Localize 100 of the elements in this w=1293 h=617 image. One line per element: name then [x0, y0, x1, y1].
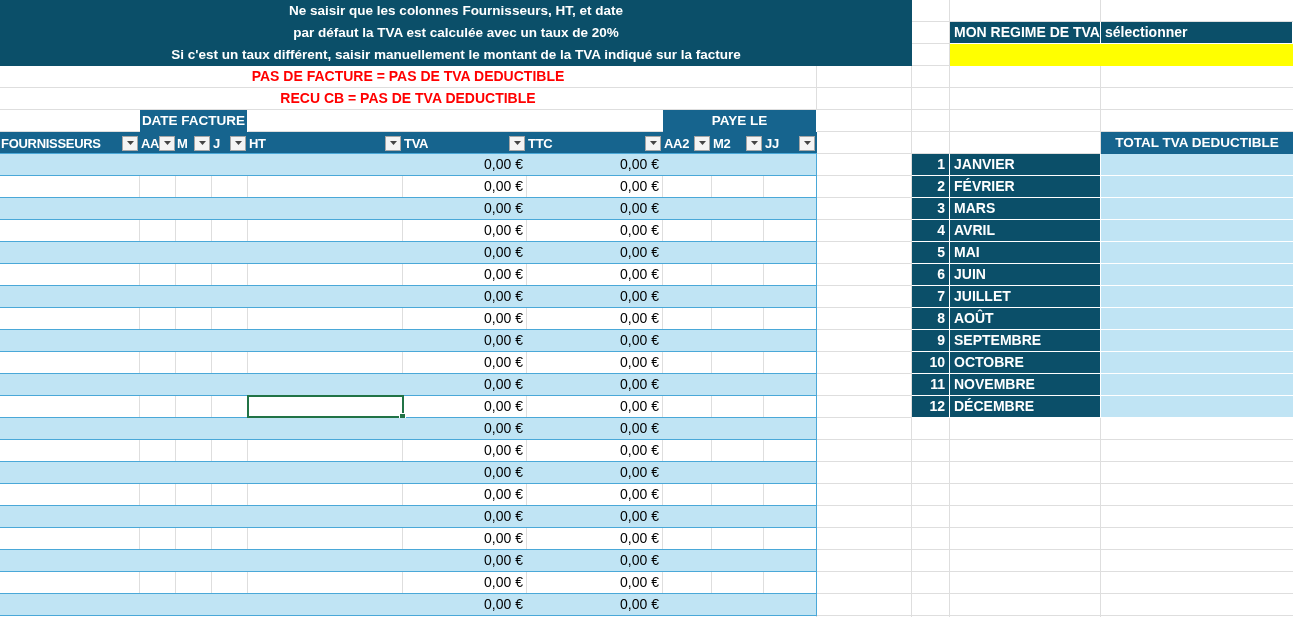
- amount: 0,00 €: [620, 222, 659, 238]
- amount: 0,00 €: [484, 288, 523, 304]
- regime-field[interactable]: [950, 44, 1293, 66]
- month-name: JUILLET: [950, 286, 1101, 308]
- month-number: 7: [912, 286, 950, 308]
- column-header: FOURNISSEURS: [1, 134, 101, 153]
- column-header: M: [177, 134, 188, 153]
- column-header: TOTAL TVA DEDUCTIBLE: [1101, 132, 1293, 154]
- amount: 0,00 €: [484, 200, 523, 216]
- amount: 0,00 €: [484, 332, 523, 348]
- month-name: NOVEMBRE: [950, 374, 1101, 396]
- month-number: 3: [912, 198, 950, 220]
- month-number: 10: [912, 352, 950, 374]
- month-name: FÉVRIER: [950, 176, 1101, 198]
- column-header: AA: [141, 134, 160, 153]
- filter-button[interactable]: [194, 135, 210, 151]
- month-number: 6: [912, 264, 950, 286]
- month-name: SEPTEMBRE: [950, 330, 1101, 352]
- column-header: JJ: [765, 134, 779, 153]
- filter-button[interactable]: [746, 135, 762, 151]
- amount: 0,00 €: [620, 288, 659, 304]
- group-header: DATE FACTURE: [140, 110, 248, 132]
- month-name: MAI: [950, 242, 1101, 264]
- amount: 0,00 €: [620, 508, 659, 524]
- regime-hint: sélectionner: [1101, 22, 1293, 44]
- column-header: M2: [713, 134, 731, 153]
- amount: 0,00 €: [484, 530, 523, 546]
- amount: 0,00 €: [620, 178, 659, 194]
- month-name: MARS: [950, 198, 1101, 220]
- caret-icon: [750, 141, 758, 145]
- caret-icon: [803, 141, 811, 145]
- column-header: AA2: [664, 134, 690, 153]
- amount: 0,00 €: [484, 552, 523, 568]
- filter-button[interactable]: [122, 135, 138, 151]
- filter-button[interactable]: [694, 135, 710, 151]
- caret-icon: [126, 141, 134, 145]
- amount: 0,00 €: [620, 200, 659, 216]
- column-header: TVA: [404, 134, 429, 153]
- amount: 0,00 €: [484, 420, 523, 436]
- amount: 0,00 €: [620, 420, 659, 436]
- amount: 0,00 €: [620, 332, 659, 348]
- month-number: 1: [912, 154, 950, 176]
- month-number: 4: [912, 220, 950, 242]
- instruction-text: Ne saisir que les colonnes Fournisseurs, HT, et date: [0, 0, 912, 22]
- month-name: AOÛT: [950, 308, 1101, 330]
- amount: 0,00 €: [484, 178, 523, 194]
- caret-icon: [198, 141, 206, 145]
- filter-button[interactable]: [509, 135, 525, 151]
- amount: 0,00 €: [484, 222, 523, 238]
- amount: 0,00 €: [620, 354, 659, 370]
- amount: 0,00 €: [620, 464, 659, 480]
- amount: 0,00 €: [484, 464, 523, 480]
- amount: 0,00 €: [620, 552, 659, 568]
- month-number: 5: [912, 242, 950, 264]
- amount: 0,00 €: [484, 508, 523, 524]
- instruction-text: par défaut la TVA est calculée avec un taux de 20%: [0, 22, 912, 44]
- month-name: OCTOBRE: [950, 352, 1101, 374]
- filter-button[interactable]: [799, 135, 815, 151]
- month-name: JANVIER: [950, 154, 1101, 176]
- filter-button[interactable]: [645, 135, 661, 151]
- amount: 0,00 €: [484, 376, 523, 392]
- filter-button[interactable]: [385, 135, 401, 151]
- filter-button[interactable]: [230, 135, 246, 151]
- month-number: 8: [912, 308, 950, 330]
- amount: 0,00 €: [620, 310, 659, 326]
- amount: 0,00 €: [484, 156, 523, 172]
- amount: 0,00 €: [620, 596, 659, 612]
- column-header: HT: [249, 134, 266, 153]
- amount: 0,00 €: [620, 574, 659, 590]
- regime-label: MON REGIME DE TVA: [950, 22, 1101, 44]
- month-name: JUIN: [950, 264, 1101, 286]
- caret-icon: [163, 141, 171, 145]
- month-name: AVRIL: [950, 220, 1101, 242]
- month-name: DÉCEMBRE: [950, 396, 1101, 418]
- amount: 0,00 €: [484, 596, 523, 612]
- amount: 0,00 €: [620, 442, 659, 458]
- amount: 0,00 €: [620, 156, 659, 172]
- month-number: 12: [912, 396, 950, 418]
- column-header: TTC: [528, 134, 553, 153]
- amount: 0,00 €: [620, 398, 659, 414]
- amount: 0,00 €: [620, 244, 659, 260]
- amount: 0,00 €: [484, 574, 523, 590]
- caret-icon: [234, 141, 242, 145]
- amount: 0,00 €: [484, 354, 523, 370]
- caret-icon: [649, 141, 657, 145]
- amount: 0,00 €: [484, 486, 523, 502]
- caret-icon: [389, 141, 397, 145]
- amount: 0,00 €: [484, 266, 523, 282]
- amount: 0,00 €: [484, 244, 523, 260]
- month-number: 11: [912, 374, 950, 396]
- caret-icon: [698, 141, 706, 145]
- cell-cursor[interactable]: [247, 395, 404, 418]
- month-number: 9: [912, 330, 950, 352]
- amount: 0,00 €: [620, 486, 659, 502]
- amount: 0,00 €: [484, 398, 523, 414]
- amount: 0,00 €: [620, 376, 659, 392]
- filter-button[interactable]: [159, 135, 176, 151]
- amount: 0,00 €: [484, 310, 523, 326]
- amount: 0,00 €: [620, 530, 659, 546]
- amount: 0,00 €: [484, 442, 523, 458]
